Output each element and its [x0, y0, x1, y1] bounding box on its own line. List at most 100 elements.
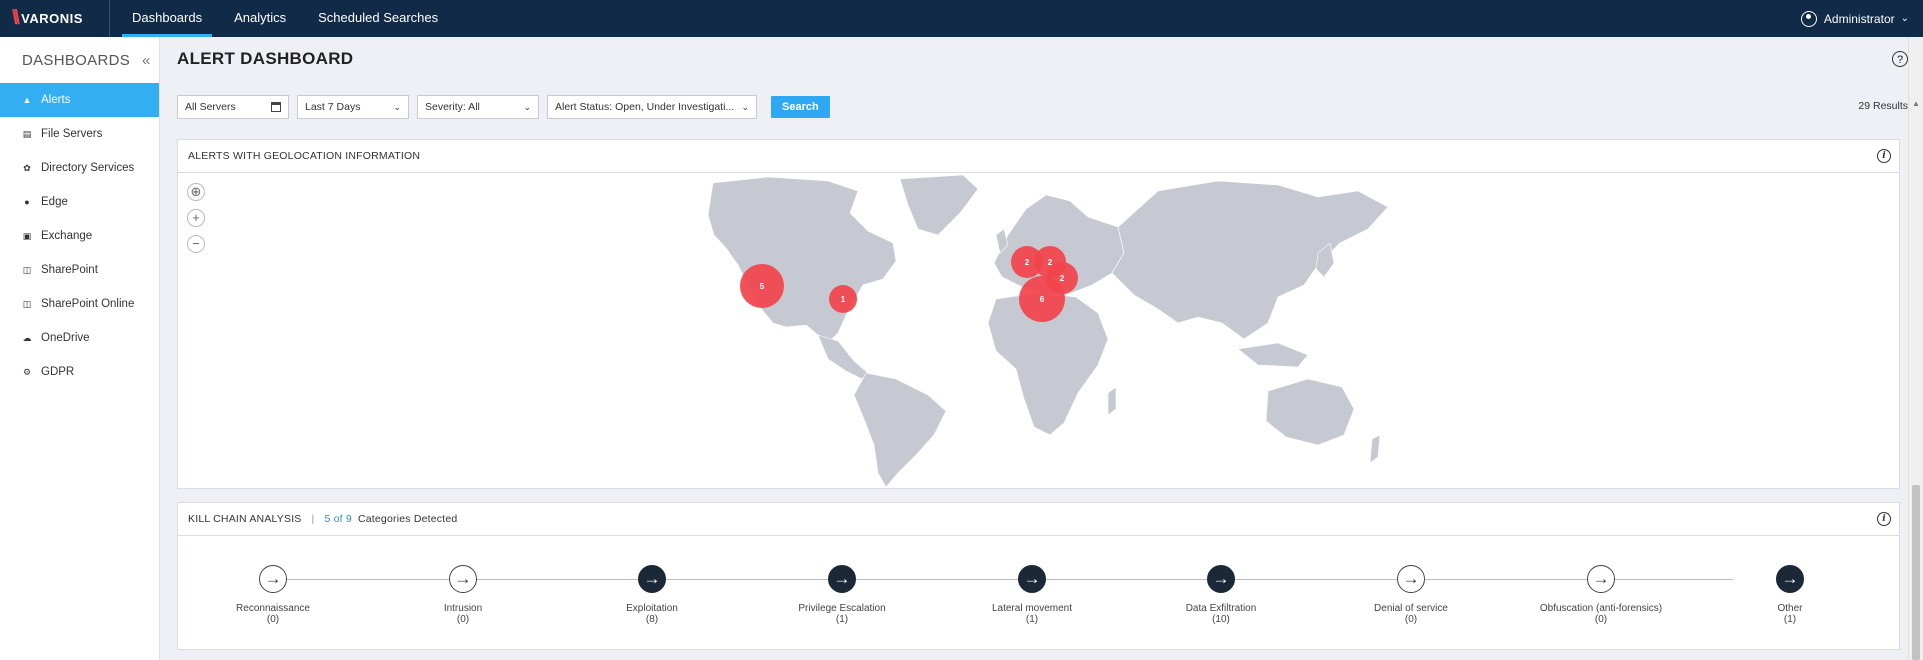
vertical-scrollbar[interactable]: ▲ [1908, 37, 1923, 660]
nav-scheduled-searches[interactable]: Scheduled Searches [308, 0, 448, 37]
stage-reconnaissance[interactable]: → Reconnaissance (0) [193, 565, 353, 625]
nav-analytics[interactable]: Analytics [224, 0, 296, 37]
chevron-down-icon: ⌄ [741, 101, 749, 112]
stage-count: (0) [1594, 614, 1608, 625]
stage-label: Data Exfiltration [1185, 603, 1257, 614]
stage-count: (1) [1025, 614, 1039, 625]
main-nav: Dashboards Analytics Scheduled Searches [122, 0, 460, 37]
shield-icon: ● [24, 197, 30, 207]
kill-chain-detected-label: Categories Detected [357, 513, 458, 525]
stage-label: Lateral movement [991, 603, 1073, 614]
stage-count: (8) [645, 614, 659, 625]
sidebar-item-exchange[interactable]: ▣ Exchange [0, 219, 159, 253]
sidebar-item-label: SharePoint [41, 264, 98, 276]
collapse-sidebar-icon[interactable]: « [142, 52, 151, 69]
cloud-icon: ☁ [22, 333, 32, 343]
southeast-asia-islands [1237, 342, 1309, 368]
help-icon[interactable]: ? [1892, 51, 1908, 67]
scroll-up-icon[interactable]: ▲ [1912, 99, 1920, 108]
arrow-right-icon: → [1587, 565, 1615, 593]
info-icon[interactable]: i [1877, 149, 1891, 163]
gear-icon: ⚙ [22, 367, 32, 377]
main-content: ALERT DASHBOARD ? All Servers Last 7 Day… [160, 37, 1908, 660]
date-range-value: Last 7 Days [305, 101, 361, 113]
sidebar-item-sharepoint[interactable]: ◫ SharePoint [0, 253, 159, 287]
database-icon: ▤ [22, 129, 32, 139]
stage-label: Intrusion [443, 603, 483, 614]
sidebar-item-directory-services[interactable]: ✿ Directory Services [0, 151, 159, 185]
varonis-logo-icon: \\ [12, 7, 20, 29]
stage-denial-of-service[interactable]: → Denial of service (0) [1331, 565, 1491, 625]
user-avatar-icon [1800, 10, 1817, 27]
sidebar: DASHBOARDS « ▲ Alerts ▤ File Servers ✿ D… [0, 37, 160, 660]
alert-status-value: Alert Status: Open, Under Investigati... [555, 101, 735, 113]
page-title: ALERT DASHBOARD [177, 49, 354, 68]
kill-chain-detected-count[interactable]: 5 of 9 [324, 513, 351, 525]
nav-dashboards[interactable]: Dashboards [122, 0, 213, 37]
servers-date-picker[interactable]: All Servers [177, 95, 289, 119]
map-zoom-out-button[interactable]: − [187, 235, 205, 253]
north-america-landmass [707, 176, 897, 344]
arrow-right-icon: → [1207, 565, 1235, 593]
user-menu[interactable]: Administrator ⌄ [1800, 0, 1909, 37]
severity-value: Severity: All [425, 101, 480, 113]
sidebar-item-onedrive[interactable]: ☁ OneDrive [0, 321, 159, 355]
arrow-right-icon: → [1397, 565, 1425, 593]
stage-exploitation[interactable]: → Exploitation (8) [572, 565, 732, 625]
stage-obfuscation[interactable]: → Obfuscation (anti-forensics) (0) [1521, 565, 1681, 625]
date-range-select[interactable]: Last 7 Days ⌄ [297, 95, 409, 119]
varonis-logo[interactable]: \\ VARONIS [0, 0, 110, 37]
stage-intrusion[interactable]: → Intrusion (0) [383, 565, 543, 625]
map-controls: ⊕ + − [187, 183, 205, 261]
exchange-icon: ▣ [22, 231, 32, 241]
stage-label: Exploitation [626, 603, 678, 614]
info-icon[interactable]: i [1877, 512, 1891, 526]
sidebar-item-alerts[interactable]: ▲ Alerts [0, 83, 159, 117]
greenland-landmass [899, 174, 979, 236]
chevron-down-icon: ⌄ [523, 101, 531, 112]
stage-other[interactable]: → Other (1) [1710, 565, 1870, 625]
arrow-right-icon: → [638, 565, 666, 593]
alert-marker-label: 6 [1040, 295, 1045, 304]
alert-marker-label: 2 [1060, 274, 1065, 283]
alert-marker-label: 5 [760, 282, 765, 291]
search-button[interactable]: Search [771, 96, 830, 118]
sidebar-item-gdpr[interactable]: ⚙ GDPR [0, 355, 159, 389]
stage-label: Reconnaissance [236, 603, 310, 614]
sidebar-item-file-servers[interactable]: ▤ File Servers [0, 117, 159, 151]
asia-landmass [1111, 180, 1389, 340]
scroll-thumb[interactable] [1912, 485, 1920, 660]
arrow-right-icon: → [828, 565, 856, 593]
arrow-right-icon: → [259, 565, 287, 593]
chevron-down-icon: ⌄ [393, 101, 401, 112]
stage-data-exfiltration[interactable]: → Data Exfiltration (10) [1141, 565, 1301, 625]
stage-count: (0) [266, 614, 280, 625]
stage-label: Other [1777, 603, 1803, 614]
header-separator: | [311, 513, 315, 525]
sidebar-item-edge[interactable]: ● Edge [0, 185, 159, 219]
alert-marker-label: 1 [841, 295, 846, 304]
filter-bar: All Servers Last 7 Days ⌄ Severity: All … [177, 94, 830, 120]
brand-name: VARONIS [21, 11, 83, 26]
sidebar-item-label: Alerts [41, 94, 71, 106]
arrow-right-icon: → [449, 565, 477, 593]
calendar-icon [271, 102, 281, 112]
severity-select[interactable]: Severity: All ⌄ [417, 95, 539, 119]
map-zoom-in-button[interactable]: + [187, 209, 205, 227]
alert-status-select[interactable]: Alert Status: Open, Under Investigati...… [547, 95, 757, 119]
sidebar-item-sharepoint-online[interactable]: ◫ SharePoint Online [0, 287, 159, 321]
user-name: Administrator [1823, 11, 1895, 26]
map-recenter-button[interactable]: ⊕ [187, 183, 205, 201]
top-navigation-bar: \\ VARONIS Dashboards Analytics Schedule… [0, 0, 1923, 37]
geolocation-alerts-panel: ALERTS WITH GEOLOCATION INFORMATION i ⊕ … [177, 139, 1900, 489]
stage-privilege-escalation[interactable]: → Privilege Escalation (1) [762, 565, 922, 625]
south-america-landmass [853, 372, 947, 488]
stage-lateral-movement[interactable]: → Lateral movement (1) [952, 565, 1112, 625]
sharepoint-online-icon: ◫ [22, 299, 32, 309]
results-count: 29 Results [1858, 100, 1908, 112]
sidebar-item-label: GDPR [41, 366, 75, 378]
network-icon: ✿ [23, 163, 31, 173]
stage-count: (0) [456, 614, 470, 625]
stage-label: Obfuscation (anti-forensics) [1539, 603, 1663, 614]
world-map[interactable]: 5 1 2 2 2 6 [678, 173, 1398, 488]
